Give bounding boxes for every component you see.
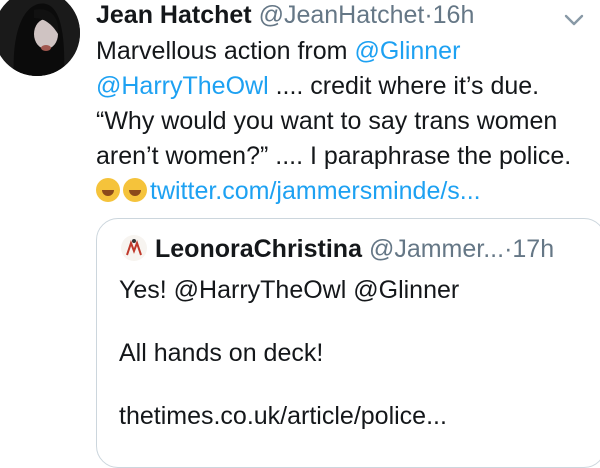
quoted-timestamp[interactable]: 17h: [512, 235, 554, 263]
rolling-on-floor-laughing-emoji: [96, 178, 120, 202]
quoted-tweet-header: LeonoraChristina @Jammer...·17h: [121, 235, 554, 264]
tweet-link[interactable]: twitter.com/jammersminde/s...: [150, 177, 481, 205]
quoted-display-name[interactable]: LeonoraChristina: [155, 235, 362, 263]
tweet-line-4: aren’t women?” .... I paraphrase the pol…: [96, 142, 572, 170]
quoted-user-handle[interactable]: @Jammer...: [369, 235, 504, 263]
mention-link[interactable]: @HarryTheOwl: [96, 72, 269, 100]
tweet-line-1: Marvellous action from @Glinner: [96, 37, 461, 65]
tweet-line-2: @HarryTheOwl .... credit where it’s due.: [96, 72, 540, 100]
tweet-header: Jean Hatchet @JeanHatchet·16h: [96, 1, 474, 30]
chevron-down-icon[interactable]: [562, 8, 586, 32]
tweet-line-3: “Why would you want to say trans women: [96, 107, 558, 135]
tweet-text: Marvellous action from @Glinner @HarryTh…: [96, 34, 600, 209]
rolling-on-floor-laughing-emoji: [123, 178, 147, 202]
mention-link[interactable]: @Glinner: [354, 37, 460, 65]
quoted-tweet-body: Yes! @HarryTheOwl @Glinner All hands on …: [119, 275, 579, 464]
display-name[interactable]: Jean Hatchet: [96, 1, 252, 29]
quoted-line-1: Yes! @HarryTheOwl @Glinner: [119, 276, 460, 304]
avatar[interactable]: [0, 0, 80, 76]
user-handle[interactable]: @JeanHatchet: [259, 1, 425, 29]
quoted-tweet-card[interactable]: LeonoraChristina @Jammer...·17h Yes! @Ha…: [96, 218, 600, 468]
quoted-line-2: All hands on deck!: [119, 339, 324, 367]
quoted-line-3: thetimes.co.uk/article/police...: [119, 402, 447, 430]
tweet-line-5: twitter.com/jammersminde/s...: [96, 174, 600, 209]
quoted-avatar[interactable]: [121, 235, 147, 261]
separator-dot: ·: [424, 1, 433, 29]
timestamp[interactable]: 16h: [433, 1, 475, 29]
